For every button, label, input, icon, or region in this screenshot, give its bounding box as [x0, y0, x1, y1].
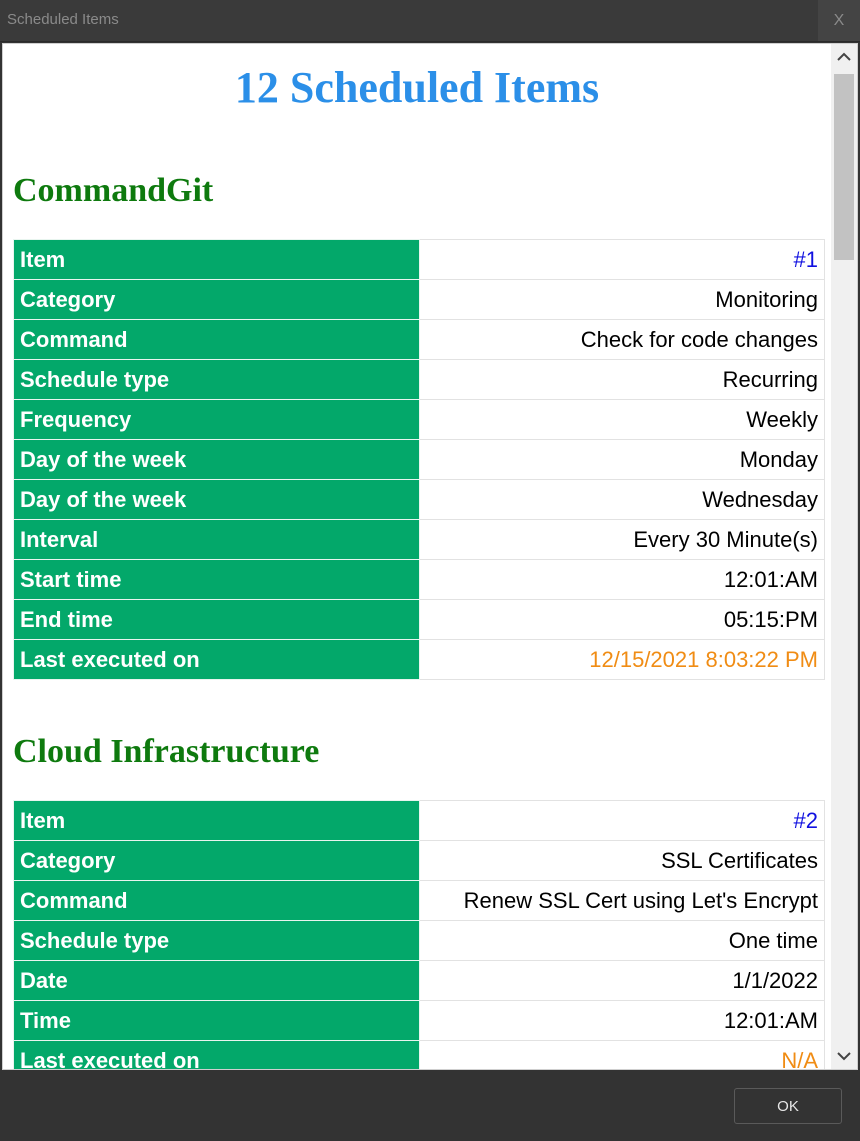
row-value: 12:01:AM: [419, 1000, 825, 1041]
row-key: Command: [13, 880, 420, 921]
scroll-content: 12 Scheduled Items CommandGit Item #1 Ca…: [3, 44, 831, 1069]
table-row: Date 1/1/2022: [13, 960, 825, 1001]
row-key: Day of the week: [13, 479, 420, 520]
table-row: Frequency Weekly: [13, 399, 825, 440]
table-row: End time 05:15:PM: [13, 599, 825, 640]
row-key: Item: [13, 800, 420, 841]
schedule-table-commandgit: Item #1 Category Monitoring Command Chec…: [13, 239, 825, 680]
row-key: Day of the week: [13, 439, 420, 480]
table-row: Time 12:01:AM: [13, 1000, 825, 1041]
table-row: Interval Every 30 Minute(s): [13, 519, 825, 560]
row-value: SSL Certificates: [419, 840, 825, 881]
window-title: Scheduled Items: [7, 11, 119, 28]
scroll-thumb[interactable]: [834, 74, 854, 260]
row-value: Renew SSL Cert using Let's Encrypt: [419, 880, 825, 921]
row-value: One time: [419, 920, 825, 961]
table-row: Day of the week Wednesday: [13, 479, 825, 520]
row-key: Command: [13, 319, 420, 360]
page-title: 12 Scheduled Items: [234, 63, 600, 112]
chevron-up-icon[interactable]: [831, 44, 857, 70]
row-key: Category: [13, 840, 420, 881]
row-value: Weekly: [419, 399, 825, 440]
row-value: Wednesday: [419, 479, 825, 520]
title-bar: Scheduled Items X: [0, 0, 860, 42]
row-key: Interval: [13, 519, 420, 560]
row-key: Last executed on: [13, 639, 420, 680]
row-key: Last executed on: [13, 1040, 420, 1069]
row-key: Time: [13, 1000, 420, 1041]
table-row: Item #2: [13, 800, 825, 841]
row-value: 12:01:AM: [419, 559, 825, 600]
item-number-link[interactable]: #1: [419, 239, 825, 280]
table-row: Day of the week Monday: [13, 439, 825, 480]
dialog-body: 12 Scheduled Items CommandGit Item #1 Ca…: [2, 43, 858, 1070]
row-key: Date: [13, 960, 420, 1001]
table-row: Item #1: [13, 239, 825, 280]
last-executed-value: N/A: [419, 1040, 825, 1069]
row-key: Start time: [13, 559, 420, 600]
row-value: Monitoring: [419, 279, 825, 320]
row-value: Check for code changes: [419, 319, 825, 360]
table-row: Last executed on N/A: [13, 1040, 825, 1069]
vertical-scrollbar[interactable]: [831, 44, 857, 1069]
row-key: Schedule type: [13, 359, 420, 400]
row-key: Item: [13, 239, 420, 280]
table-row: Schedule type Recurring: [13, 359, 825, 400]
row-value: Monday: [419, 439, 825, 480]
item-number-link[interactable]: #2: [419, 800, 825, 841]
table-row: Schedule type One time: [13, 920, 825, 961]
row-value: Every 30 Minute(s): [419, 519, 825, 560]
close-button[interactable]: X: [818, 0, 860, 41]
table-row: Command Check for code changes: [13, 319, 825, 360]
table-row: Category Monitoring: [13, 279, 825, 320]
row-value: 05:15:PM: [419, 599, 825, 640]
section-title-commandgit: CommandGit: [13, 172, 214, 209]
schedule-table-cloud-infrastructure: Item #2 Category SSL Certificates Comman…: [13, 800, 825, 1069]
last-executed-value: 12/15/2021 8:03:22 PM: [419, 639, 825, 680]
chevron-down-icon[interactable]: [831, 1043, 857, 1069]
section-title-cloud-infrastructure: Cloud Infrastructure: [13, 733, 320, 770]
row-key: Schedule type: [13, 920, 420, 961]
row-value: Recurring: [419, 359, 825, 400]
row-value: 1/1/2022: [419, 960, 825, 1001]
table-row: Last executed on 12/15/2021 8:03:22 PM: [13, 639, 825, 680]
row-key: Frequency: [13, 399, 420, 440]
table-row: Category SSL Certificates: [13, 840, 825, 881]
ok-button[interactable]: OK: [734, 1088, 842, 1124]
row-key: Category: [13, 279, 420, 320]
row-key: End time: [13, 599, 420, 640]
dialog-footer: OK: [0, 1070, 860, 1141]
table-row: Command Renew SSL Cert using Let's Encry…: [13, 880, 825, 921]
table-row: Start time 12:01:AM: [13, 559, 825, 600]
